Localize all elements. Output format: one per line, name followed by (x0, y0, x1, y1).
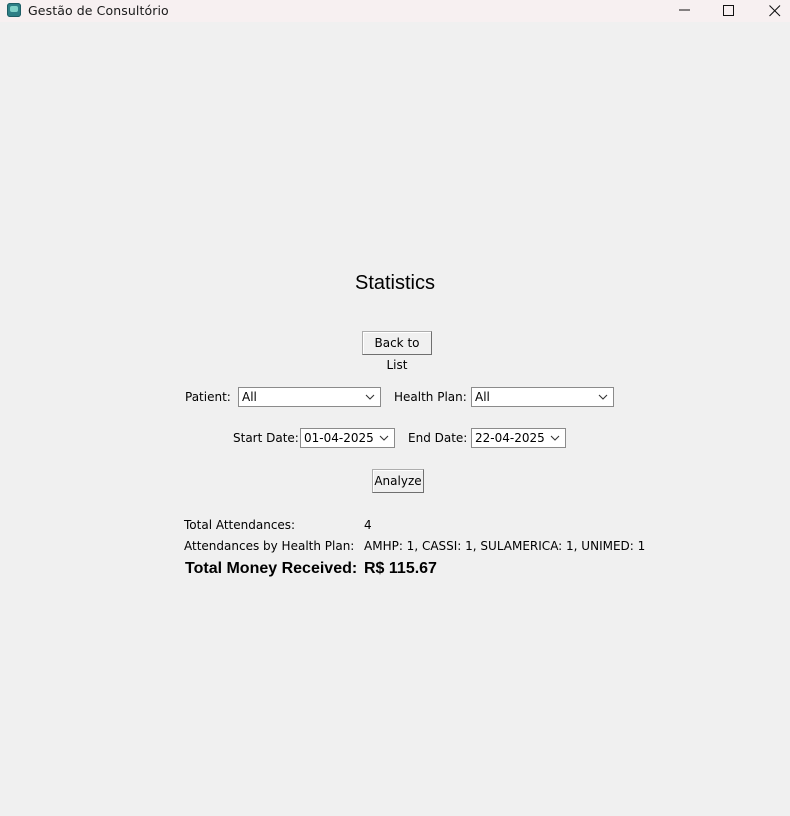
start-date-label: Start Date: (233, 431, 299, 445)
chevron-down-icon (365, 394, 375, 400)
total-attendances-value: 4 (364, 518, 372, 532)
chevron-down-icon (550, 435, 560, 441)
close-icon (769, 5, 781, 17)
back-to-list-button[interactable]: Back to List (362, 331, 432, 372)
chevron-down-icon (379, 435, 389, 441)
app-window: Gestão de Consultório Statistics Back to… (0, 0, 790, 816)
chevron-down-icon (598, 394, 608, 400)
window-title: Gestão de Consultório (28, 3, 169, 18)
end-date-label: End Date: (408, 431, 468, 445)
title-bar[interactable]: Gestão de Consultório (0, 0, 790, 22)
health-plan-select[interactable]: All (471, 387, 614, 407)
end-date-picker[interactable]: 22-04-2025 (471, 428, 566, 448)
start-date-picker[interactable]: 01-04-2025 (300, 428, 395, 448)
health-plan-select-value: All (475, 390, 490, 404)
health-plan-label: Health Plan: (394, 390, 467, 404)
maximize-button[interactable] (707, 0, 751, 22)
total-money-label: Total Money Received: (185, 560, 358, 577)
total-attendances-label: Total Attendances: (184, 518, 296, 532)
patient-select[interactable]: All (238, 387, 381, 407)
patient-label: Patient: (185, 390, 231, 404)
total-money-value: R$ 115.67 (364, 560, 437, 577)
maximize-icon (723, 5, 734, 16)
minimize-button[interactable] (663, 0, 707, 22)
start-date-value: 01-04-2025 (304, 431, 374, 445)
patient-select-value: All (242, 390, 257, 404)
app-icon (7, 3, 21, 17)
attendances-by-plan-label: Attendances by Health Plan: (184, 539, 355, 553)
end-date-value: 22-04-2025 (475, 431, 545, 445)
analyze-button[interactable]: Analyze (372, 469, 424, 493)
close-button[interactable] (752, 0, 790, 22)
attendances-by-plan-value: AMHP: 1, CASSI: 1, SULAMERICA: 1, UNIMED… (364, 539, 646, 553)
page-title: Statistics (354, 272, 436, 294)
minimize-icon (679, 9, 690, 11)
